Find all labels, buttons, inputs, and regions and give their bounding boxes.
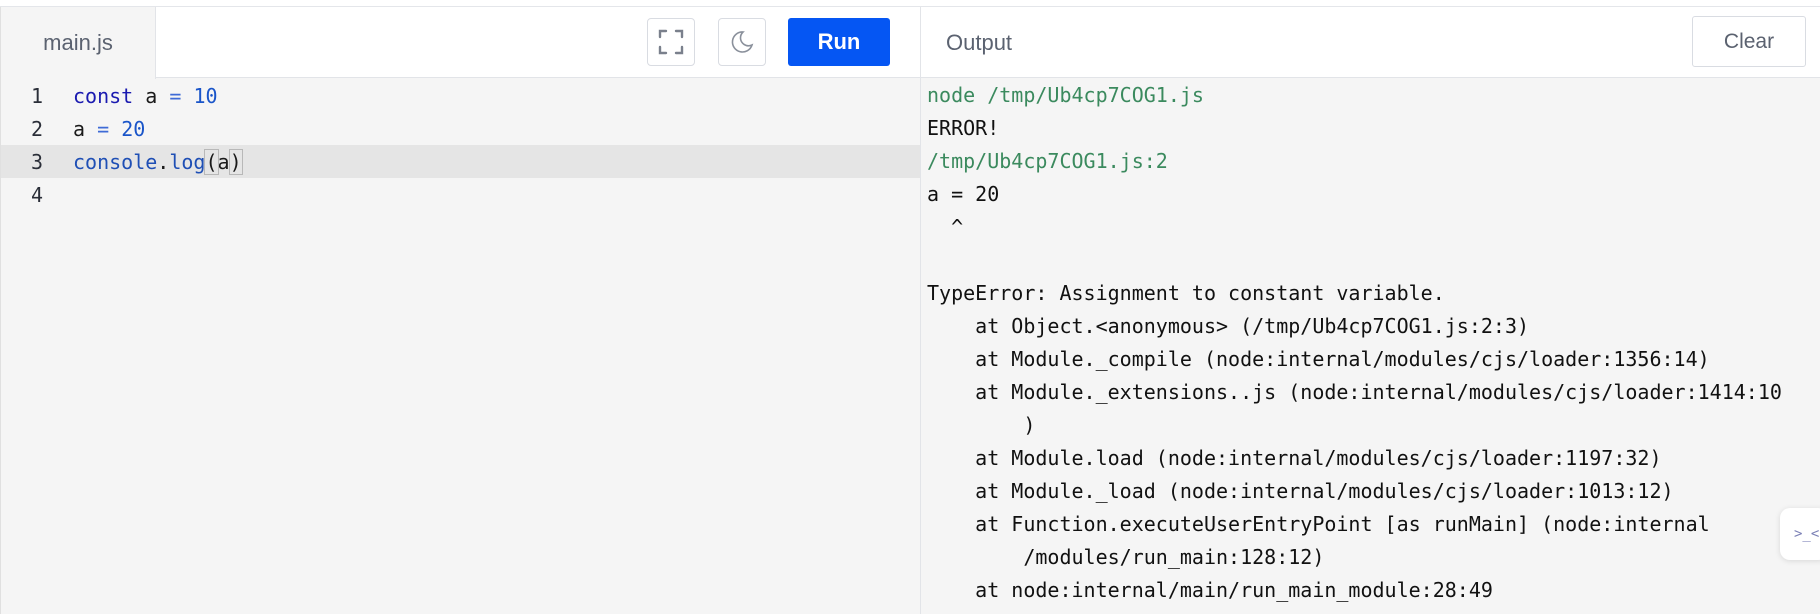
code-token-dot: . xyxy=(157,149,170,174)
code-token-bracket: ( xyxy=(204,148,219,175)
line-number: 4 xyxy=(30,182,44,207)
code-token-object: console xyxy=(73,149,158,174)
top-rule xyxy=(0,0,1820,7)
output-line: TypeError: Assignment to constant variab… xyxy=(927,281,1445,305)
output-line: ERROR! xyxy=(927,116,1000,140)
code-line[interactable]: 1 const a = 10 xyxy=(1,79,921,112)
output-line: a = 20 xyxy=(927,182,1000,206)
code-token-operator: = xyxy=(169,83,182,108)
code-text: a = 20 xyxy=(73,117,145,141)
code-text: console.log(a) xyxy=(73,148,243,175)
editor-pane: main.js Run 1 const a = 10 2 a = 20 3 co… xyxy=(0,7,921,614)
output-line: /modules/run_main:128:12) xyxy=(927,545,1325,569)
output-line: at Object.<anonymous> (/tmp/Ub4cp7COG1.j… xyxy=(927,314,1530,338)
code-token-operator: = xyxy=(97,116,110,141)
output-line: at node:internal/main/run_main_module:28… xyxy=(927,578,1493,602)
fullscreen-button[interactable] xyxy=(647,18,695,66)
line-number: 2 xyxy=(30,116,44,141)
output-pane: Output Clear node /tmp/Ub4cp7COG1.js ERRO… xyxy=(921,7,1820,614)
line-number: 1 xyxy=(30,83,44,108)
file-tab-main-js[interactable]: main.js xyxy=(1,7,156,79)
theme-toggle-button[interactable] xyxy=(718,18,766,66)
code-token-number: 10 xyxy=(193,83,218,108)
output-line: node /tmp/Ub4cp7COG1.js xyxy=(927,83,1204,107)
output-line: /tmp/Ub4cp7COG1.js:2 xyxy=(927,149,1168,173)
code-token-function: log xyxy=(169,149,206,174)
run-button[interactable]: Run xyxy=(788,18,890,66)
code-token-identifier: a xyxy=(217,149,230,174)
terminal-icon: >_< xyxy=(1794,526,1820,542)
file-tab-label: main.js xyxy=(43,30,113,55)
code-line[interactable]: 4 xyxy=(1,178,921,211)
code-editor[interactable]: 1 const a = 10 2 a = 20 3 console.log(a)… xyxy=(1,79,921,614)
output-console: node /tmp/Ub4cp7COG1.js ERROR! /tmp/Ub4cp7… xyxy=(927,79,1820,614)
code-text: const a = 10 xyxy=(73,84,218,108)
code-line[interactable]: 2 a = 20 xyxy=(1,112,921,145)
output-line: at Function.executeUserEntryPoint [as ru… xyxy=(927,512,1710,536)
output-header: Output Clear xyxy=(921,7,1820,78)
code-token-number: 20 xyxy=(121,116,146,141)
code-token-bracket: ) xyxy=(228,148,243,175)
code-token-identifier: a xyxy=(133,83,170,108)
moon-icon xyxy=(731,31,754,53)
code-line-active[interactable]: 3 console.log(a) xyxy=(1,145,921,178)
side-widget-badge[interactable]: >_< xyxy=(1780,508,1820,560)
fullscreen-icon xyxy=(658,29,684,55)
line-number: 3 xyxy=(30,149,44,174)
code-token-identifier: a xyxy=(73,116,98,141)
code-token-keyword: const xyxy=(73,83,134,108)
output-line: at Module._compile (node:internal/module… xyxy=(927,347,1710,371)
output-line: at Module._load (node:internal/modules/c… xyxy=(927,479,1674,503)
output-line: ^ xyxy=(927,215,964,239)
output-line: at Module._extensions..js (node:internal… xyxy=(927,380,1782,404)
output-line: ) xyxy=(927,413,1036,437)
clear-button[interactable]: Clear xyxy=(1692,16,1806,67)
output-title: Output xyxy=(946,29,1013,55)
editor-header: main.js Run xyxy=(1,7,921,79)
output-line: at Module.load (node:internal/modules/cj… xyxy=(927,446,1662,470)
